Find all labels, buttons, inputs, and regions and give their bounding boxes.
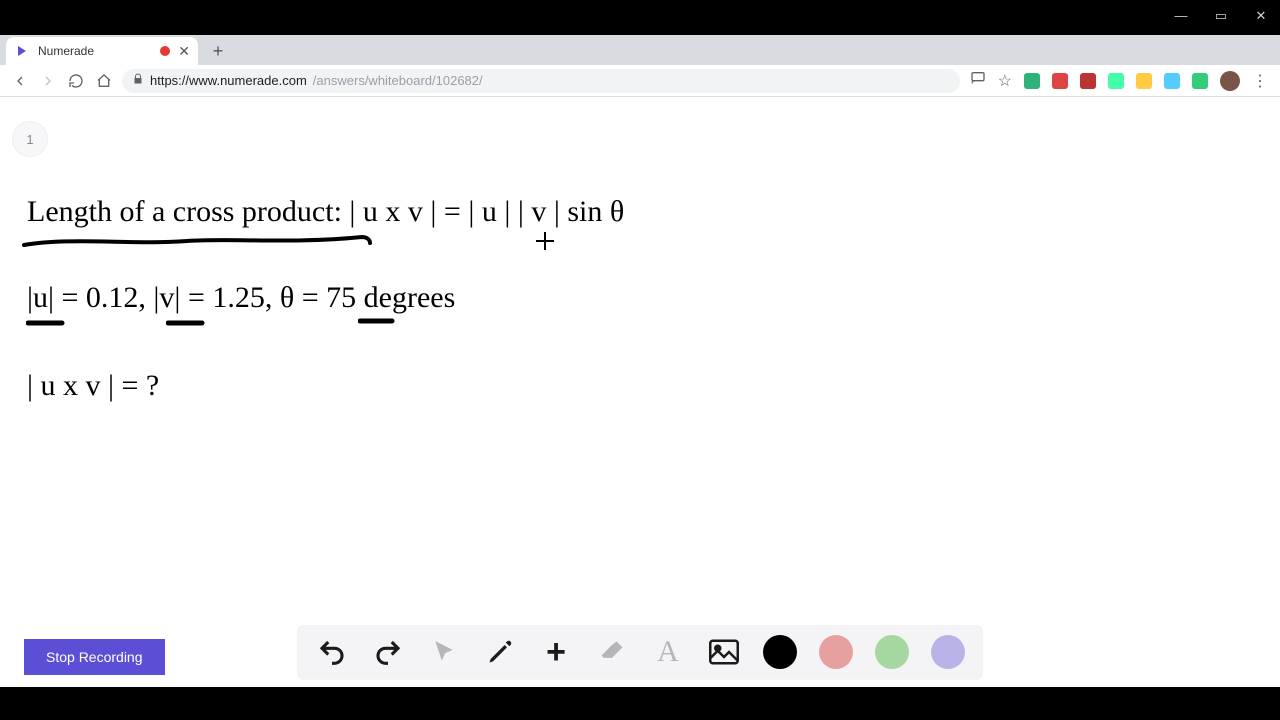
image-tool[interactable]	[707, 635, 741, 669]
nav-reload-button[interactable]	[68, 73, 84, 89]
stop-recording-button[interactable]: Stop Recording	[24, 639, 165, 675]
whiteboard-text-line-1: Length of a cross product: | u x v | = |…	[27, 195, 624, 229]
new-tab-button[interactable]: +	[206, 39, 230, 63]
tab-title: Numerade	[38, 44, 152, 58]
color-swatch-red[interactable]	[819, 635, 853, 669]
color-swatch-black[interactable]	[763, 635, 797, 669]
extension-icon[interactable]	[1164, 73, 1180, 89]
address-bar[interactable]: https://www.numerade.com/answers/whitebo…	[122, 69, 960, 93]
extension-icon[interactable]	[1052, 73, 1068, 89]
whiteboard-toolbar: + A	[297, 625, 983, 679]
eraser-tool[interactable]	[595, 635, 629, 669]
color-swatch-green[interactable]	[875, 635, 909, 669]
cursor-crosshair-icon	[536, 232, 554, 250]
window-close-button[interactable]: ✕	[1252, 8, 1270, 24]
star-icon[interactable]: ☆	[998, 71, 1012, 91]
slide-number-badge[interactable]: 1	[12, 121, 48, 157]
nav-forward-button[interactable]	[40, 73, 56, 89]
browser-tabstrip: Numerade ✕ +	[0, 35, 1280, 65]
extension-icon[interactable]	[1136, 73, 1152, 89]
whiteboard-canvas[interactable]: 1 Length of a cross product: | u x v | =…	[0, 97, 1280, 687]
undo-button[interactable]	[315, 635, 349, 669]
browser-tab[interactable]: Numerade ✕	[6, 37, 198, 65]
browser-extensions: ☆ ⋮	[970, 70, 1274, 91]
nav-home-button[interactable]	[96, 73, 112, 89]
browser-toolbar: https://www.numerade.com/answers/whitebo…	[0, 65, 1280, 97]
pen-stroke-underline-v	[166, 319, 206, 327]
extension-icon[interactable]	[1192, 73, 1208, 89]
extension-icon[interactable]	[1080, 73, 1096, 89]
whiteboard-text-line-3: | u x v | = ?	[27, 369, 159, 403]
letterbox-top: — ▭ ✕	[0, 0, 1280, 35]
profile-avatar[interactable]	[1220, 71, 1240, 91]
pen-stroke-underline-u	[26, 319, 66, 327]
color-swatch-purple[interactable]	[931, 635, 965, 669]
url-path: /answers/whiteboard/102682/	[313, 73, 483, 88]
add-tool[interactable]: +	[539, 635, 573, 669]
cast-icon[interactable]	[970, 70, 986, 91]
lock-icon	[132, 73, 144, 88]
pen-stroke-underline-title	[22, 231, 372, 255]
text-tool[interactable]: A	[651, 635, 685, 669]
window-minimize-button[interactable]: —	[1172, 8, 1190, 24]
whiteboard-text-line-2: |u| = 0.12, |v| = 1.25, θ = 75 degrees	[27, 281, 455, 315]
pen-stroke-underline-theta	[358, 317, 396, 325]
extension-icon[interactable]	[1024, 73, 1040, 89]
url-host: https://www.numerade.com	[150, 73, 307, 88]
nav-back-button[interactable]	[12, 73, 28, 89]
tab-close-button[interactable]: ✕	[178, 43, 190, 60]
recording-indicator-icon	[160, 46, 170, 56]
tab-favicon	[14, 43, 30, 59]
window-maximize-button[interactable]: ▭	[1212, 8, 1230, 24]
letterbox-bottom	[0, 687, 1280, 720]
redo-button[interactable]	[371, 635, 405, 669]
extension-icon[interactable]	[1108, 73, 1124, 89]
browser-menu-button[interactable]: ⋮	[1252, 71, 1268, 91]
pencil-tool[interactable]	[483, 635, 517, 669]
pointer-tool[interactable]	[427, 635, 461, 669]
